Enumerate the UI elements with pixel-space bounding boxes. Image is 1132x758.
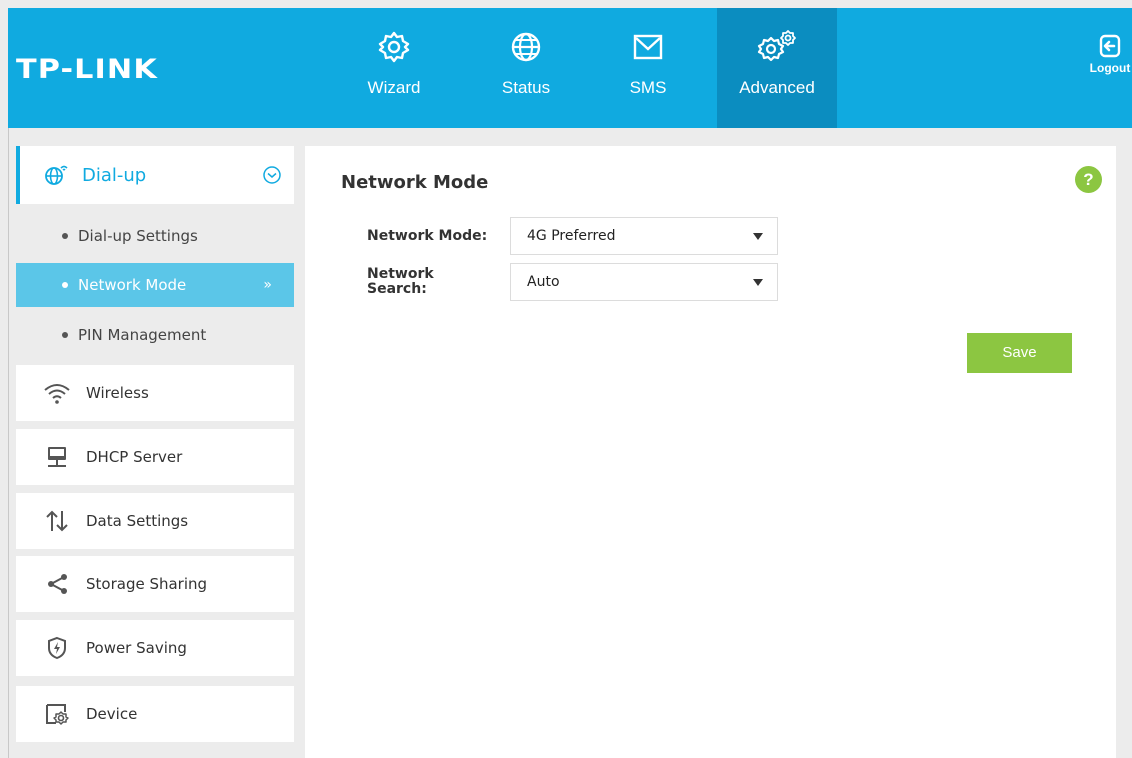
main-panel: Network Mode ? Network Mode: 4G Preferre…: [305, 146, 1116, 758]
tab-advanced[interactable]: Advanced: [717, 8, 837, 128]
device-settings-icon: [42, 702, 72, 726]
sidebar-item-label: Data Settings: [86, 512, 189, 530]
submenu-item-pin-management[interactable]: PIN Management: [16, 313, 294, 357]
tab-sms-label: SMS: [629, 78, 667, 97]
network-search-label: Network Search:: [367, 267, 507, 297]
network-search-label-line2: Search:: [367, 281, 427, 297]
double-chevron-right-icon: »: [263, 277, 272, 293]
save-button[interactable]: Save: [967, 333, 1072, 373]
tab-wizard[interactable]: Wizard: [348, 8, 440, 128]
chevron-down-circle-icon[interactable]: [262, 165, 282, 190]
sidebar-item-label: DHCP Server: [86, 448, 183, 466]
network-search-select[interactable]: Auto: [510, 263, 778, 301]
tab-sms[interactable]: SMS: [602, 8, 694, 128]
globe-signal-icon: [42, 163, 72, 187]
sidebar-item-device[interactable]: Device: [16, 686, 294, 742]
envelope-icon: [633, 34, 663, 60]
logout-icon: [1099, 34, 1121, 58]
tab-wizard-label: Wizard: [367, 78, 421, 97]
sidebar-item-dialup[interactable]: Dial-up: [16, 146, 294, 204]
top-header: TP-LINK Wizard Status SMS Advanced Logou…: [8, 8, 1132, 128]
share-icon: [42, 572, 72, 596]
submenu-item-label: PIN Management: [78, 326, 207, 344]
bullet-icon: [62, 282, 68, 288]
submenu-item-dialup-settings[interactable]: Dial-up Settings: [16, 214, 294, 258]
network-mode-select[interactable]: 4G Preferred: [510, 217, 778, 255]
tp-link-logo: TP-LINK: [16, 54, 158, 85]
submenu-item-label: Network Mode: [78, 276, 187, 294]
sidebar-item-storage-sharing[interactable]: Storage Sharing: [16, 556, 294, 612]
power-shield-icon: [42, 636, 72, 660]
network-mode-value: 4G Preferred: [527, 228, 616, 244]
tab-status-label: Status: [501, 78, 551, 97]
dialup-submenu: Dial-up Settings Network Mode » PIN Mana…: [16, 204, 294, 358]
network-mode-label: Network Mode:: [367, 228, 488, 244]
network-search-value: Auto: [527, 274, 560, 290]
sidebar-item-label: Device: [86, 705, 138, 723]
network-search-label-line1: Network: [367, 266, 434, 282]
help-icon[interactable]: ?: [1075, 166, 1102, 193]
sidebar-item-label: Storage Sharing: [86, 575, 208, 593]
logout-label: Logout: [1089, 61, 1131, 75]
sidebar-item-wireless[interactable]: Wireless: [16, 365, 294, 421]
bullet-icon: [62, 332, 68, 338]
network-computer-icon: [42, 445, 72, 469]
dropdown-caret-icon: [753, 233, 763, 240]
sidebar-item-power-saving[interactable]: Power Saving: [16, 620, 294, 676]
sidebar-item-dialup-label: Dial-up: [82, 164, 147, 186]
bullet-icon: [62, 233, 68, 239]
tab-status[interactable]: Status: [480, 8, 572, 128]
logout-button[interactable]: Logout: [1088, 34, 1132, 75]
submenu-item-label: Dial-up Settings: [78, 227, 198, 245]
submenu-item-network-mode[interactable]: Network Mode »: [16, 263, 294, 307]
sidebar-item-label: Power Saving: [86, 639, 187, 657]
page-title: Network Mode: [341, 172, 489, 193]
tab-advanced-label: Advanced: [739, 78, 815, 97]
wifi-icon: [42, 381, 72, 405]
gears-icon: [757, 30, 796, 62]
sidebar-item-dhcp-server[interactable]: DHCP Server: [16, 429, 294, 485]
sidebar-item-data-settings[interactable]: Data Settings: [16, 493, 294, 549]
up-down-arrows-icon: [42, 509, 72, 533]
gear-icon: [378, 31, 410, 63]
globe-icon: [511, 32, 541, 62]
sidebar-item-label: Wireless: [86, 384, 149, 402]
dropdown-caret-icon: [753, 279, 763, 286]
